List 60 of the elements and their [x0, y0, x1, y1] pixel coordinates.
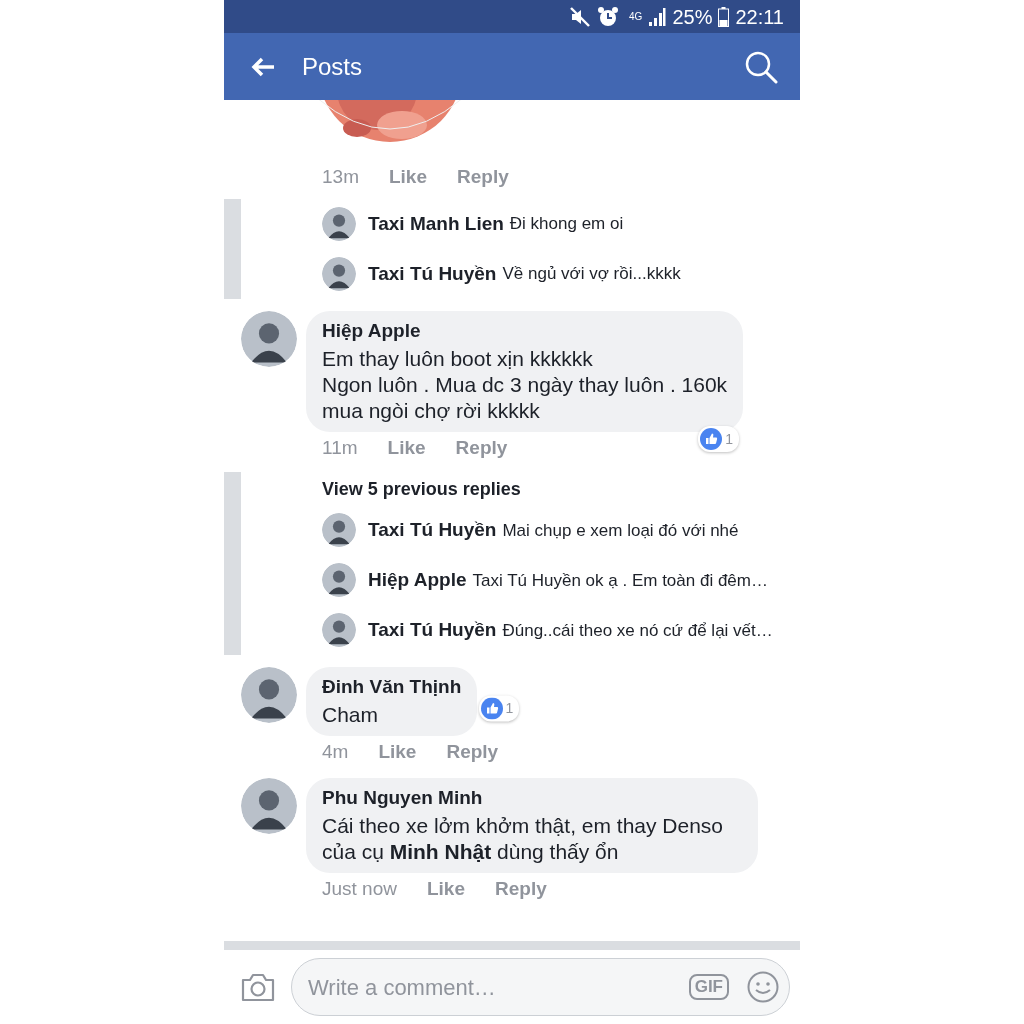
gif-button[interactable]: GIF [688, 973, 729, 1001]
reply-text: Đúng..cái theo xe nó cứ để lại vết… [502, 619, 773, 642]
thumbs-up-icon [700, 428, 723, 451]
camera-icon [241, 972, 275, 1002]
signal-icon [648, 6, 667, 27]
avatar[interactable] [241, 667, 297, 724]
timestamp: 4m [322, 739, 349, 764]
clock: 22:11 [735, 4, 784, 30]
battery-icon [718, 6, 730, 27]
reply-text: Đi khong em oi [509, 213, 624, 236]
timestamp: Just now [322, 876, 397, 901]
comment-text: Cái theo xe lởm khởm thật, em thay Denso của cụ Minh Nhật dùng thấy ổn [322, 812, 725, 865]
reaction-count: 1 [725, 429, 734, 449]
battery-percent: 25% [672, 4, 713, 30]
author-name[interactable]: Hiệp Apple [368, 566, 467, 595]
author-name[interactable]: Taxi Tú Huyền [368, 516, 497, 545]
author-name[interactable]: Taxi Tú Huyền [368, 259, 497, 289]
like-link[interactable]: Like [387, 434, 426, 463]
avatar[interactable] [241, 311, 297, 367]
author-name[interactable]: Đinh Văn Thịnh [322, 673, 462, 702]
comment-text: Cham [322, 701, 380, 728]
avatar[interactable] [322, 563, 356, 598]
alarm-icon [597, 5, 620, 28]
author-name[interactable]: Taxi Manh Lien [368, 209, 504, 239]
like-link[interactable]: Like [378, 737, 417, 767]
mute-icon [569, 5, 592, 28]
smiley-icon [747, 971, 779, 1003]
author-name[interactable]: Taxi Tú Huyền [368, 616, 497, 645]
search-button[interactable] [744, 49, 778, 84]
comment-input[interactable]: Write a comment… GIF [291, 958, 790, 1016]
reply-text: Về ngủ với vợ rồi...kkkk [502, 263, 681, 286]
page-title: Posts [302, 51, 364, 82]
reply-link[interactable]: Reply [457, 162, 509, 192]
like-link[interactable]: Like [388, 162, 427, 192]
network-label: 4G [629, 10, 643, 24]
avatar[interactable] [322, 613, 356, 648]
avatar[interactable] [241, 778, 297, 834]
view-previous-replies-link[interactable]: View 5 previous replies [322, 472, 521, 506]
comment-text: Em thay luôn boot xịn kkkkkk Ngon luôn . Mua dc 3 ngày thay luôn . 160k mua ngòi chợ rời kkkkk [322, 345, 728, 424]
reply-text: Taxi Tú Huyền ok ạ . Em toàn đi đêm… [472, 569, 768, 592]
emoji-button[interactable] [747, 971, 779, 1003]
timestamp: 13m [322, 164, 359, 189]
author-name[interactable]: Hiệp Apple [322, 317, 728, 346]
reply-link[interactable]: Reply [455, 434, 508, 463]
reaction-badge[interactable]: 1 [478, 695, 520, 722]
reply-link[interactable]: Reply [495, 874, 547, 904]
reply-text: Mai chụp e xem loại đó với nhé [502, 519, 739, 542]
back-arrow-icon [250, 56, 276, 79]
like-link[interactable]: Like [427, 874, 465, 904]
avatar[interactable] [322, 207, 356, 241]
author-name[interactable]: Phu Nguyen Minh [322, 784, 742, 813]
camera-button[interactable] [241, 972, 275, 1002]
avatar[interactable] [322, 257, 356, 291]
reaction-count: 1 [505, 698, 514, 718]
thumbs-up-icon [480, 697, 503, 720]
search-icon [744, 49, 778, 84]
timestamp: 11m [322, 436, 358, 460]
reply-link[interactable]: Reply [446, 737, 499, 767]
avatar[interactable] [322, 513, 356, 548]
reaction-badge[interactable]: 1 [698, 426, 740, 453]
